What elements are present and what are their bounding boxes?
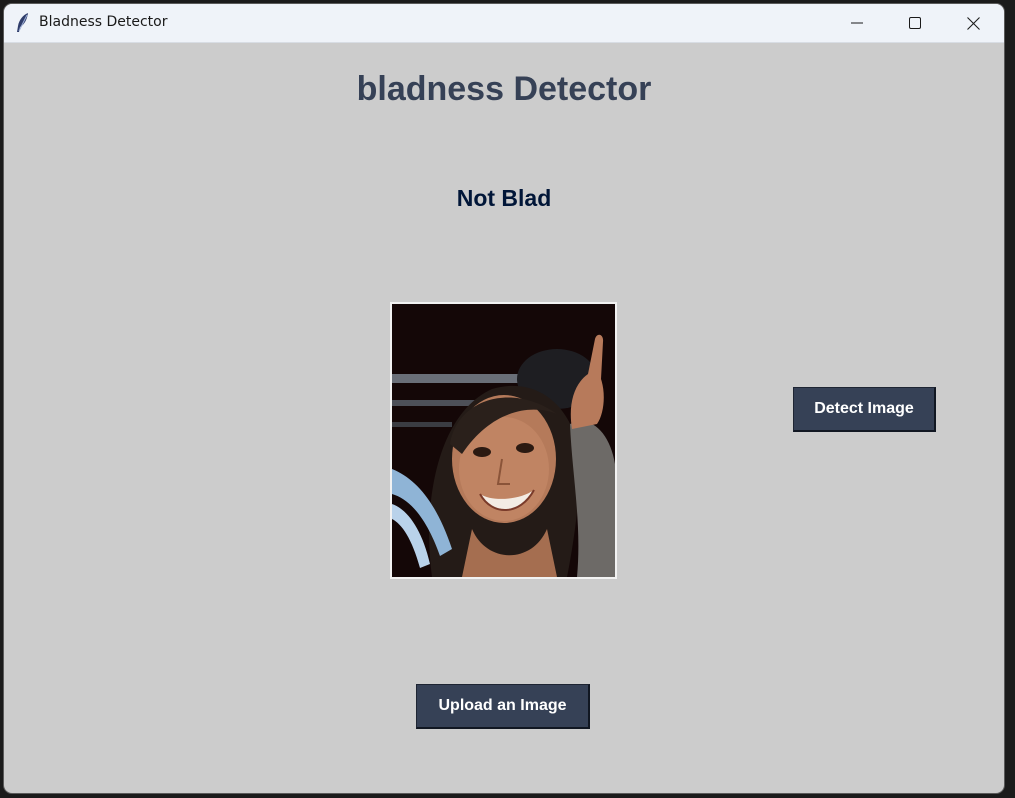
- title-bar[interactable]: Bladness Detector: [4, 4, 1004, 43]
- maximize-icon: [909, 17, 921, 29]
- app-heading: bladness Detector: [356, 70, 652, 108]
- maximize-button[interactable]: [886, 4, 944, 42]
- close-button[interactable]: [944, 4, 1002, 42]
- detect-image-button[interactable]: Detect Image: [793, 387, 936, 432]
- window-title: Bladness Detector: [39, 14, 168, 30]
- minimize-icon: [851, 17, 863, 29]
- upload-image-button[interactable]: Upload an Image: [416, 684, 590, 729]
- feather-icon: [15, 12, 31, 34]
- app-window: Bladness Detector bladness Detector Not …: [4, 4, 1004, 793]
- close-icon: [966, 16, 980, 30]
- uploaded-image: [390, 302, 617, 579]
- face-photo: [392, 304, 615, 577]
- classification-result: Not Blad: [456, 185, 552, 211]
- minimize-button[interactable]: [828, 4, 886, 42]
